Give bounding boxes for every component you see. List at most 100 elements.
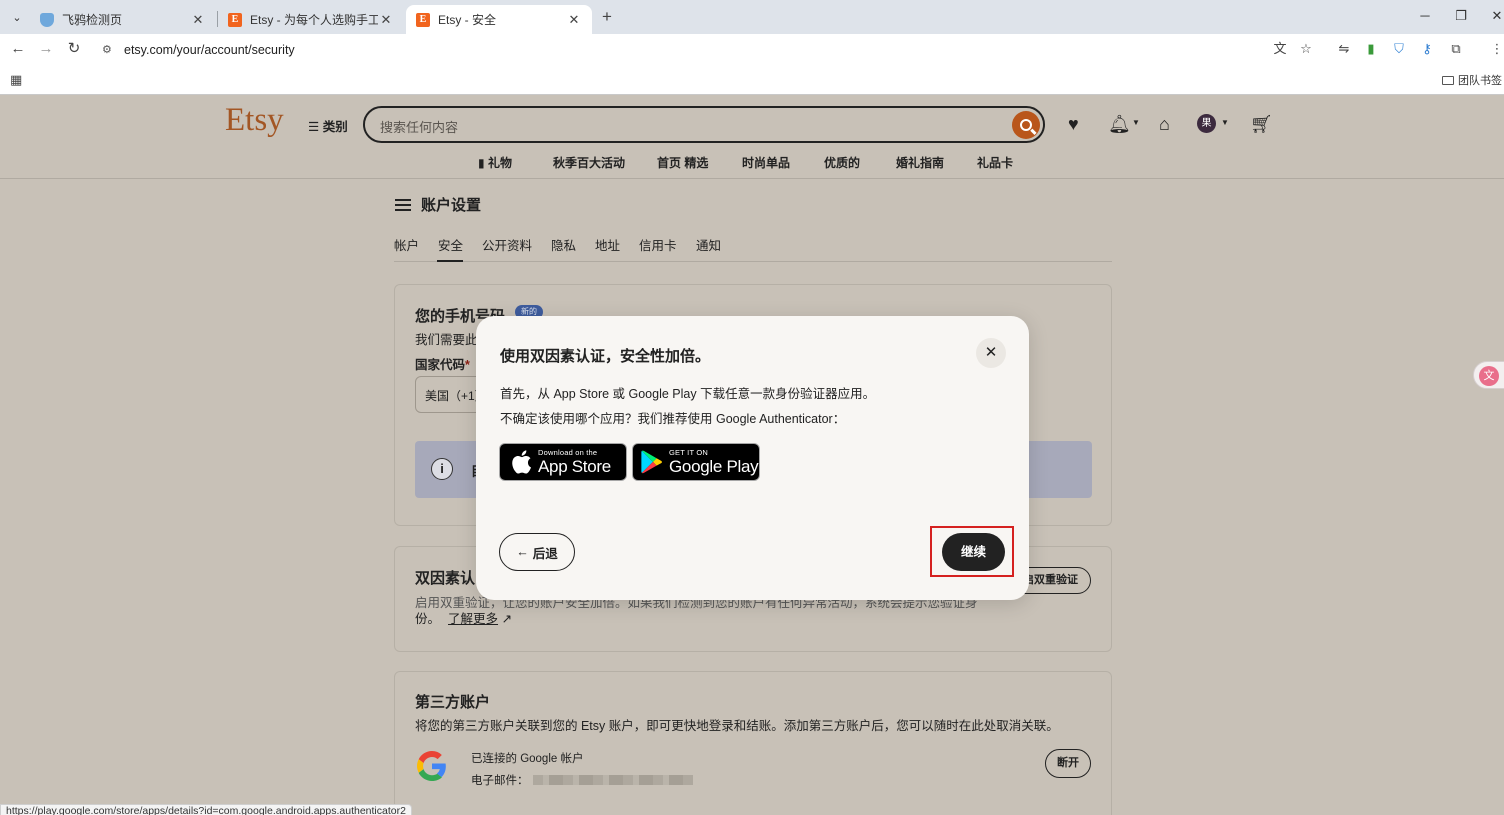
menu-icon[interactable] — [395, 198, 411, 211]
page-title-text: 账户设置 — [421, 197, 482, 214]
close-tab-icon[interactable]: ✕ — [566, 12, 582, 28]
site-settings-icon[interactable]: ⚙ — [102, 43, 118, 56]
extensions-puzzle-icon[interactable]: ⧉ — [1446, 39, 1466, 59]
back-icon[interactable]: ← — [8, 39, 28, 59]
tab-title: Etsy - 安全 — [438, 13, 497, 27]
google-logo-icon — [417, 751, 446, 781]
tab-title: Etsy - 为每个人选购手工制作... — [250, 13, 378, 27]
apps-grid-icon[interactable]: ▦ — [10, 72, 22, 88]
signal-extension-icon[interactable]: ▮ — [1361, 39, 1381, 59]
etsy-favicon-icon: E — [416, 12, 430, 27]
close-tab-icon[interactable]: ✕ — [378, 12, 394, 28]
extension-filter-icon[interactable]: ⇋ — [1334, 39, 1354, 59]
bookmarks-bar: ▦ 团队书签 — [0, 64, 1504, 95]
subnav-wedding[interactable]: 婚礼指南 — [896, 154, 944, 171]
bookmark-folder[interactable]: 团队书签 — [1442, 72, 1502, 88]
country-code-label: 国家代码* — [415, 354, 470, 373]
arrow-left-icon: ← — [516, 545, 529, 559]
minimize-icon[interactable]: ─ — [1408, 5, 1442, 27]
tab-title: 飞鸦检测页 — [62, 13, 123, 27]
desc-line2-text: 份。 — [415, 612, 441, 626]
favorites-heart-icon[interactable]: ♥ — [1068, 114, 1079, 135]
app-store-small: Download on the — [538, 448, 598, 458]
folder-icon — [1442, 75, 1454, 85]
search-button[interactable] — [1012, 111, 1040, 139]
app-store-text: Download on the App Store — [538, 449, 611, 475]
chevron-down-icon[interactable]: ▼ — [1132, 118, 1140, 127]
google-play-icon — [641, 450, 662, 474]
back-button[interactable]: ← 后退 — [499, 533, 575, 571]
subnav-gift-card[interactable]: 礼品卡 — [977, 154, 1013, 171]
tab-etsy-home[interactable]: E Etsy - 为每个人选购手工制作... ✕ — [218, 5, 404, 34]
third-party-title: 第三方账户 — [415, 694, 491, 711]
categories-label: 类别 — [322, 120, 348, 134]
status-bar-url: https://play.google.com/store/apps/detai… — [0, 804, 412, 815]
app-store-big: App Store — [538, 456, 611, 476]
new-tab-icon[interactable]: + — [597, 7, 617, 27]
tab-etsy-security[interactable]: E Etsy - 安全 ✕ — [406, 5, 592, 34]
reload-icon[interactable]: ↻ — [64, 39, 84, 59]
tabs-divider — [394, 261, 1112, 262]
third-party-card: 第三方账户 将您的第三方账户关联到您的 Etsy 账户，即可更快地登录和结账。添… — [394, 671, 1112, 815]
notifications-bell-icon[interactable]: 🔔︎ — [1108, 114, 1131, 135]
close-tab-icon[interactable]: ✕ — [190, 12, 206, 28]
google-play-text: GET IT ON Google Play — [669, 448, 759, 476]
subnav-home-picks[interactable]: 首页 精选 — [657, 154, 708, 171]
tab-notifications[interactable]: 通知 — [696, 235, 721, 254]
cart-icon[interactable]: 🛒︎ — [1250, 114, 1273, 135]
bookmark-star-icon[interactable]: ☆ — [1296, 39, 1316, 59]
search-placeholder: 搜索任何内容 — [380, 120, 459, 135]
subnav-label: 礼物 — [487, 156, 512, 170]
tab-feiya[interactable]: 飞鸦检测页 ✕ — [30, 5, 216, 34]
google-play-big: Google Play — [669, 456, 759, 476]
etsy-logo[interactable]: Etsy — [225, 102, 284, 139]
key-extension-icon[interactable]: ⚷ — [1417, 39, 1437, 59]
shop-icon[interactable]: ⌂ — [1159, 114, 1170, 135]
two-factor-desc-line2: 份。 了解更多 ↗ — [415, 608, 512, 627]
subnav-fall-top[interactable]: 秋季百大活动 — [553, 154, 625, 171]
close-icon[interactable]: ✕ — [976, 338, 1006, 368]
translate-widget-icon: 文 — [1479, 366, 1499, 386]
page-title: 账户设置 — [395, 194, 481, 215]
avatar[interactable]: 果 — [1197, 114, 1216, 133]
url-input[interactable]: ⚙ etsy.com/your/account/security — [96, 37, 1324, 62]
browser-menu-icon[interactable]: ⋮ — [1487, 39, 1504, 59]
search-input[interactable]: 搜索任何内容 — [363, 106, 1045, 143]
tab-search-icon[interactable]: ⌄ — [7, 7, 27, 27]
two-factor-title: 双因素认 — [415, 570, 476, 587]
translate-icon[interactable]: 文 — [1270, 39, 1290, 59]
app-store-badge[interactable]: Download on the App Store — [499, 443, 627, 481]
tab-privacy[interactable]: 隐私 — [551, 235, 576, 254]
tab-security[interactable]: 安全 — [438, 235, 463, 254]
modal-title: 使用双因素认证，安全性加倍。 — [500, 348, 711, 365]
tab-bar: ⌄ 飞鸦检测页 ✕ E Etsy - 为每个人选购手工制作... ✕ E Ets… — [0, 0, 1504, 34]
disconnect-button[interactable]: 断开 — [1045, 749, 1091, 778]
forward-icon[interactable]: → — [36, 39, 56, 59]
subnav-fashion[interactable]: 时尚单品 — [742, 154, 790, 171]
header-divider — [0, 178, 1504, 179]
continue-button[interactable]: 继续 — [942, 533, 1005, 571]
redacted-email — [532, 775, 693, 785]
chevron-down-icon[interactable]: ▼ — [1221, 118, 1229, 127]
learn-more-link[interactable]: 了解更多 — [448, 612, 498, 626]
restore-icon[interactable]: ❐ — [1444, 5, 1478, 27]
external-link-icon: ↗ — [501, 612, 512, 626]
shield-favicon-icon — [40, 12, 54, 27]
tab-account[interactable]: 帐户 — [394, 235, 419, 254]
close-window-icon[interactable]: ✕ — [1480, 5, 1504, 27]
shield-extension-icon[interactable]: ⛉ — [1389, 39, 1409, 59]
subnav-gifts[interactable]: ▮ 礼物 — [478, 154, 512, 171]
apple-icon — [512, 450, 531, 474]
tab-public-profile[interactable]: 公开资料 — [482, 235, 532, 254]
google-play-small: GET IT ON — [669, 448, 709, 458]
back-label: 后退 — [532, 546, 558, 561]
side-translate-widget[interactable]: 文 — [1473, 361, 1504, 389]
tab-address[interactable]: 地址 — [595, 235, 620, 254]
categories-button[interactable]: ☰ 类别 — [308, 116, 348, 135]
info-icon: i — [431, 458, 453, 480]
active-tab-indicator — [437, 260, 463, 262]
google-play-badge[interactable]: GET IT ON Google Play — [632, 443, 760, 481]
subnav-quality[interactable]: 优质的 — [824, 154, 860, 171]
tab-credit-card[interactable]: 信用卡 — [639, 235, 677, 254]
address-bar: ← → ↻ ⚙ etsy.com/your/account/security 文… — [0, 34, 1504, 64]
